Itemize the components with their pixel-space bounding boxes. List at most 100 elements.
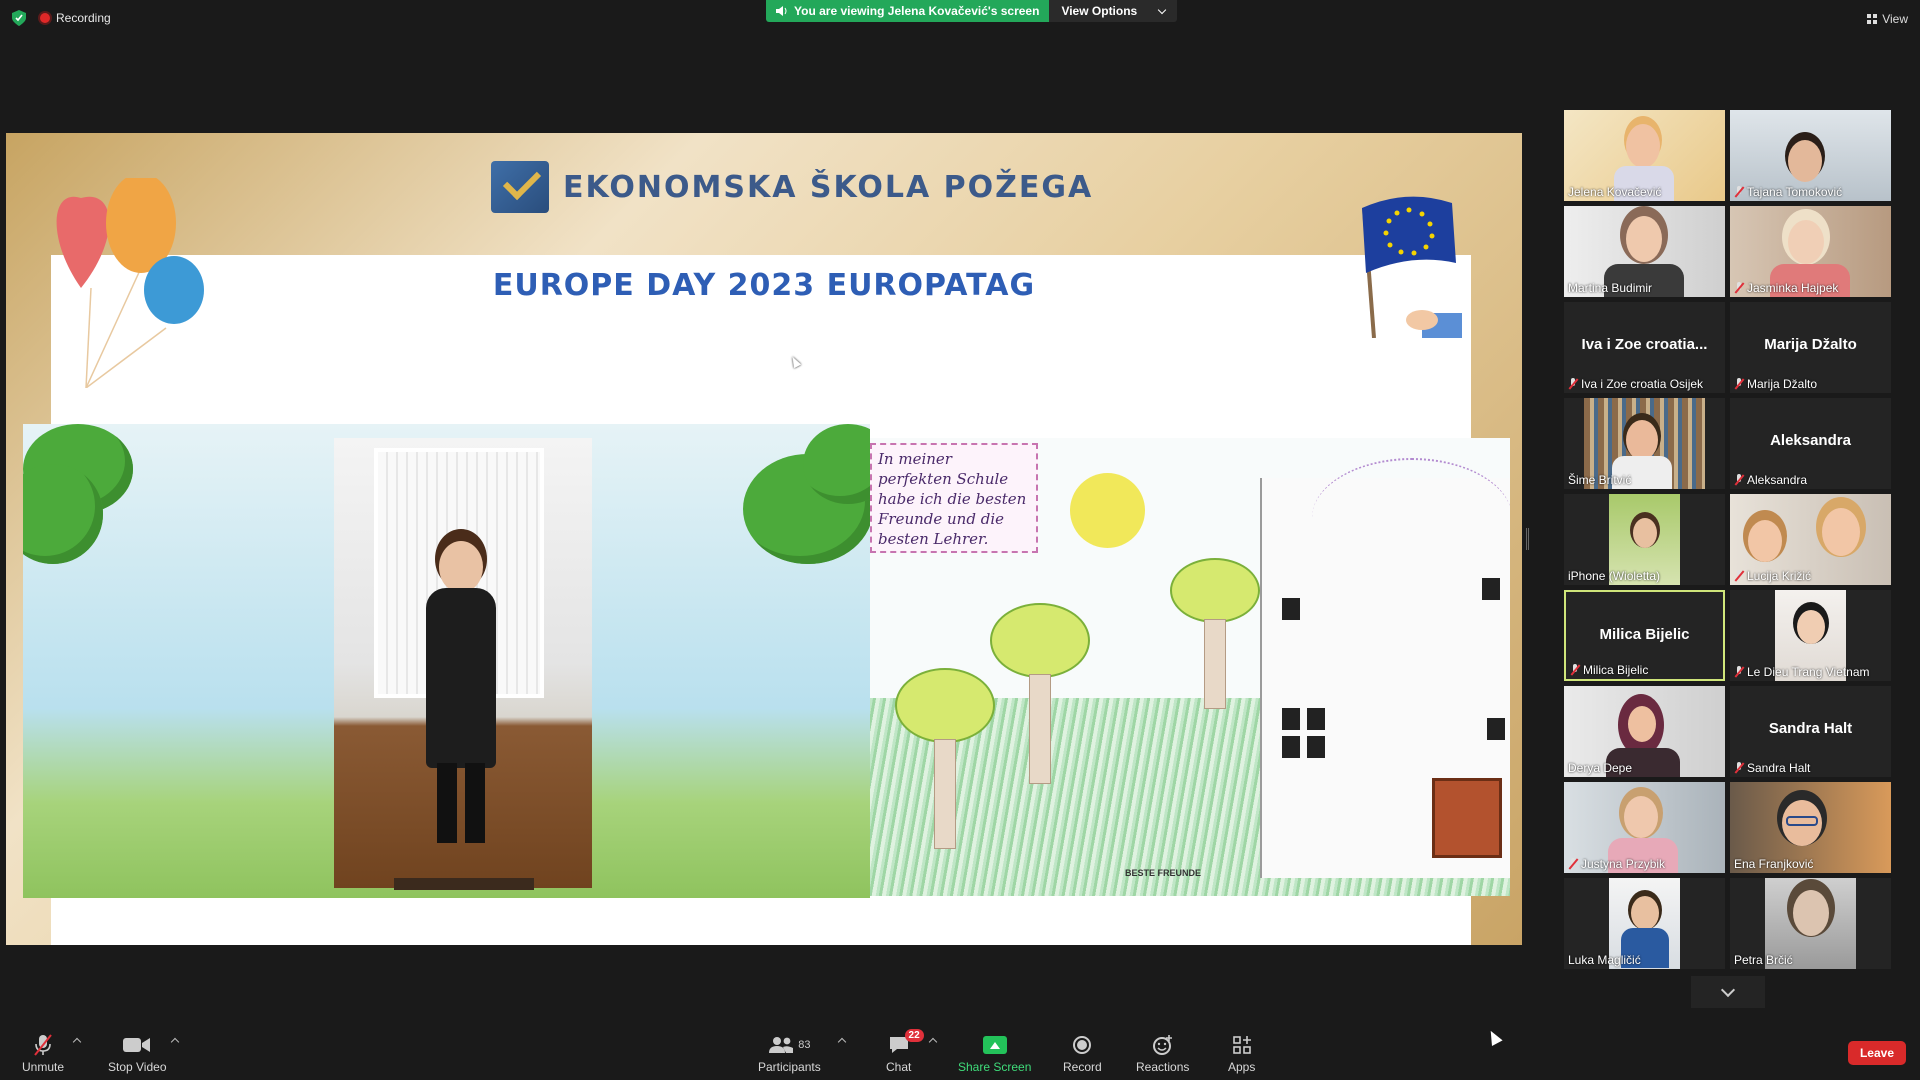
school-logo: EKONOMSKA ŠKOLA POŽEGA [491, 161, 1093, 213]
school-name: EKONOMSKA ŠKOLA POŽEGA [563, 169, 1094, 205]
eu-flag-icon [1362, 196, 1462, 338]
chat-unread-badge: 22 [904, 1029, 924, 1042]
muted-mic-icon [1734, 666, 1744, 678]
video-camera-icon [123, 1038, 151, 1052]
sun-illustration [1070, 473, 1145, 548]
participant-tile[interactable]: Marija Džalto Marija Džalto [1730, 302, 1891, 393]
tree-drawing [990, 603, 1090, 784]
participant-display-name: Marija Džalto [1764, 336, 1857, 353]
participant-tile[interactable]: iPhone (Wioletta) [1564, 494, 1725, 585]
participants-options-caret-icon[interactable] [837, 1037, 847, 1047]
participant-tile-active-speaker[interactable]: Milica Bijelic Milica Bijelic [1564, 590, 1725, 681]
participant-tile[interactable]: Lucija Križić [1730, 494, 1891, 585]
student-drawing: In meiner perfekten Schule habe ich die … [870, 438, 1510, 896]
student-photo-scene [23, 424, 870, 898]
muted-mic-icon [1734, 474, 1744, 486]
participant-name: Jelena Kovačević [1568, 185, 1662, 199]
participant-display-name: Sandra Halt [1768, 720, 1853, 737]
school-house-drawing [1260, 458, 1510, 878]
apps-button[interactable]: Apps [1228, 1033, 1255, 1074]
smiley-plus-icon [1152, 1035, 1172, 1055]
audio-options-caret-icon[interactable] [72, 1037, 82, 1047]
zoom-meeting-window: Recording You are viewing Jelena Kovačev… [0, 0, 1920, 1080]
participant-display-name: Aleksandra [1770, 432, 1851, 449]
unmute-button[interactable]: Unmute [22, 1033, 64, 1074]
participant-name: Milica Bijelic [1583, 663, 1649, 677]
door-drawing [1432, 778, 1502, 858]
participant-tile[interactable]: Jasminka Hajpek [1730, 206, 1891, 297]
participant-tile[interactable]: Justyna Przybik [1564, 782, 1725, 873]
participant-tile[interactable]: Le Dieu Trang Vietnam [1730, 590, 1891, 681]
participant-name: Luka Magličić [1568, 953, 1641, 967]
grid-view-icon [1867, 14, 1878, 24]
panel-resize-handle[interactable] [1526, 528, 1529, 550]
participant-name: Derya Depe [1568, 761, 1633, 775]
participants-count: 83 [798, 1039, 811, 1051]
participant-name: Iva i Zoe croatia Osijek [1581, 377, 1704, 391]
participant-name: Sandra Halt [1747, 761, 1811, 775]
chat-options-caret-icon[interactable] [928, 1037, 938, 1047]
stop-video-button[interactable]: Stop Video [108, 1033, 167, 1074]
participant-tile[interactable]: Ena Franjković [1730, 782, 1891, 873]
recording-indicator[interactable]: Recording [40, 11, 111, 25]
record-icon [1073, 1036, 1092, 1054]
participant-name: Ena Franjković [1734, 857, 1814, 871]
tree-drawing [895, 668, 995, 849]
participant-name: Tajana Tomoković [1747, 185, 1843, 199]
participant-display-name: Iva i Zoe croatia... [1581, 336, 1708, 353]
participant-tile[interactable]: Petra Brčić [1730, 878, 1891, 969]
apps-icon [1232, 1036, 1251, 1054]
muted-mic-icon [1734, 282, 1744, 294]
participant-name: Petra Brčić [1734, 953, 1793, 967]
leave-button[interactable]: Leave [1847, 1041, 1906, 1065]
participant-name: Marija Džalto [1747, 377, 1818, 391]
reactions-button[interactable]: Reactions [1136, 1033, 1189, 1074]
participant-name: Le Dieu Trang Vietnam [1747, 665, 1870, 679]
participant-tile[interactable]: Martina Budimir [1564, 206, 1725, 297]
speaker-icon [776, 6, 787, 16]
muted-microphone-icon [34, 1034, 52, 1056]
muted-mic-icon [1570, 664, 1580, 676]
recording-label: Recording [56, 11, 111, 25]
participant-name: Jasminka Hajpek [1747, 281, 1839, 295]
participant-tile[interactable]: Jelena Kovačević [1564, 110, 1725, 201]
view-button[interactable]: View [1867, 12, 1908, 26]
chat-button[interactable]: 22 Chat [886, 1029, 924, 1074]
participant-tile[interactable]: Sandra Halt Sandra Halt [1730, 686, 1891, 777]
meeting-toolbar: Unmute Stop Video 83 Participants 22 Cha… [0, 1023, 1920, 1080]
participant-name: Justyna Przybik [1581, 857, 1666, 871]
share-screen-icon [982, 1036, 1007, 1054]
participant-tile[interactable]: Luka Magličić [1564, 878, 1725, 969]
view-options-button[interactable]: View Options [1049, 0, 1178, 22]
chevron-down-icon [1157, 5, 1167, 14]
record-button[interactable]: Record [1063, 1033, 1102, 1074]
participant-tile[interactable]: Aleksandra Aleksandra [1730, 398, 1891, 489]
muted-mic-icon [1568, 378, 1578, 390]
chevron-down-icon [1720, 982, 1736, 998]
viewing-screen-label: You are viewing Jelena Kovačević's scree… [766, 0, 1050, 22]
participants-button[interactable]: 83 Participants [758, 1033, 821, 1074]
participant-name: Aleksandra [1747, 473, 1808, 487]
tree-drawing [1170, 558, 1260, 709]
participant-name: Martina Budimir [1568, 281, 1653, 295]
gallery-scroll-down-button[interactable] [1691, 976, 1765, 1008]
muted-mic-icon [1734, 378, 1744, 390]
participant-tile[interactable]: Tajana Tomoković [1730, 110, 1891, 201]
participant-name: Šime Britvić [1568, 473, 1632, 487]
shield-icon[interactable] [12, 10, 26, 26]
muted-mic-icon [1734, 762, 1744, 774]
shared-screen: EKONOMSKA ŠKOLA POŽEGA EUROPE DAY 2023 E… [6, 133, 1522, 945]
participant-tile[interactable]: Iva i Zoe croatia... Iva i Zoe croatia O… [1564, 302, 1725, 393]
drawing-signature: BESTE FREUNDE [1125, 868, 1202, 878]
school-logo-icon [491, 161, 549, 213]
viewing-banner: You are viewing Jelena Kovačević's scree… [766, 0, 1178, 22]
share-screen-button[interactable]: Share Screen [958, 1033, 1031, 1074]
drawing-note: In meiner perfekten Schule habe ich die … [870, 443, 1038, 553]
muted-mic-icon [1734, 570, 1744, 582]
participant-tile[interactable]: Šime Britvić [1564, 398, 1725, 489]
top-left-status: Recording [12, 10, 111, 26]
participants-icon [769, 1037, 794, 1053]
participant-tile[interactable]: Derya Depe [1564, 686, 1725, 777]
video-options-caret-icon[interactable] [170, 1037, 180, 1047]
muted-mic-icon [1568, 858, 1578, 870]
